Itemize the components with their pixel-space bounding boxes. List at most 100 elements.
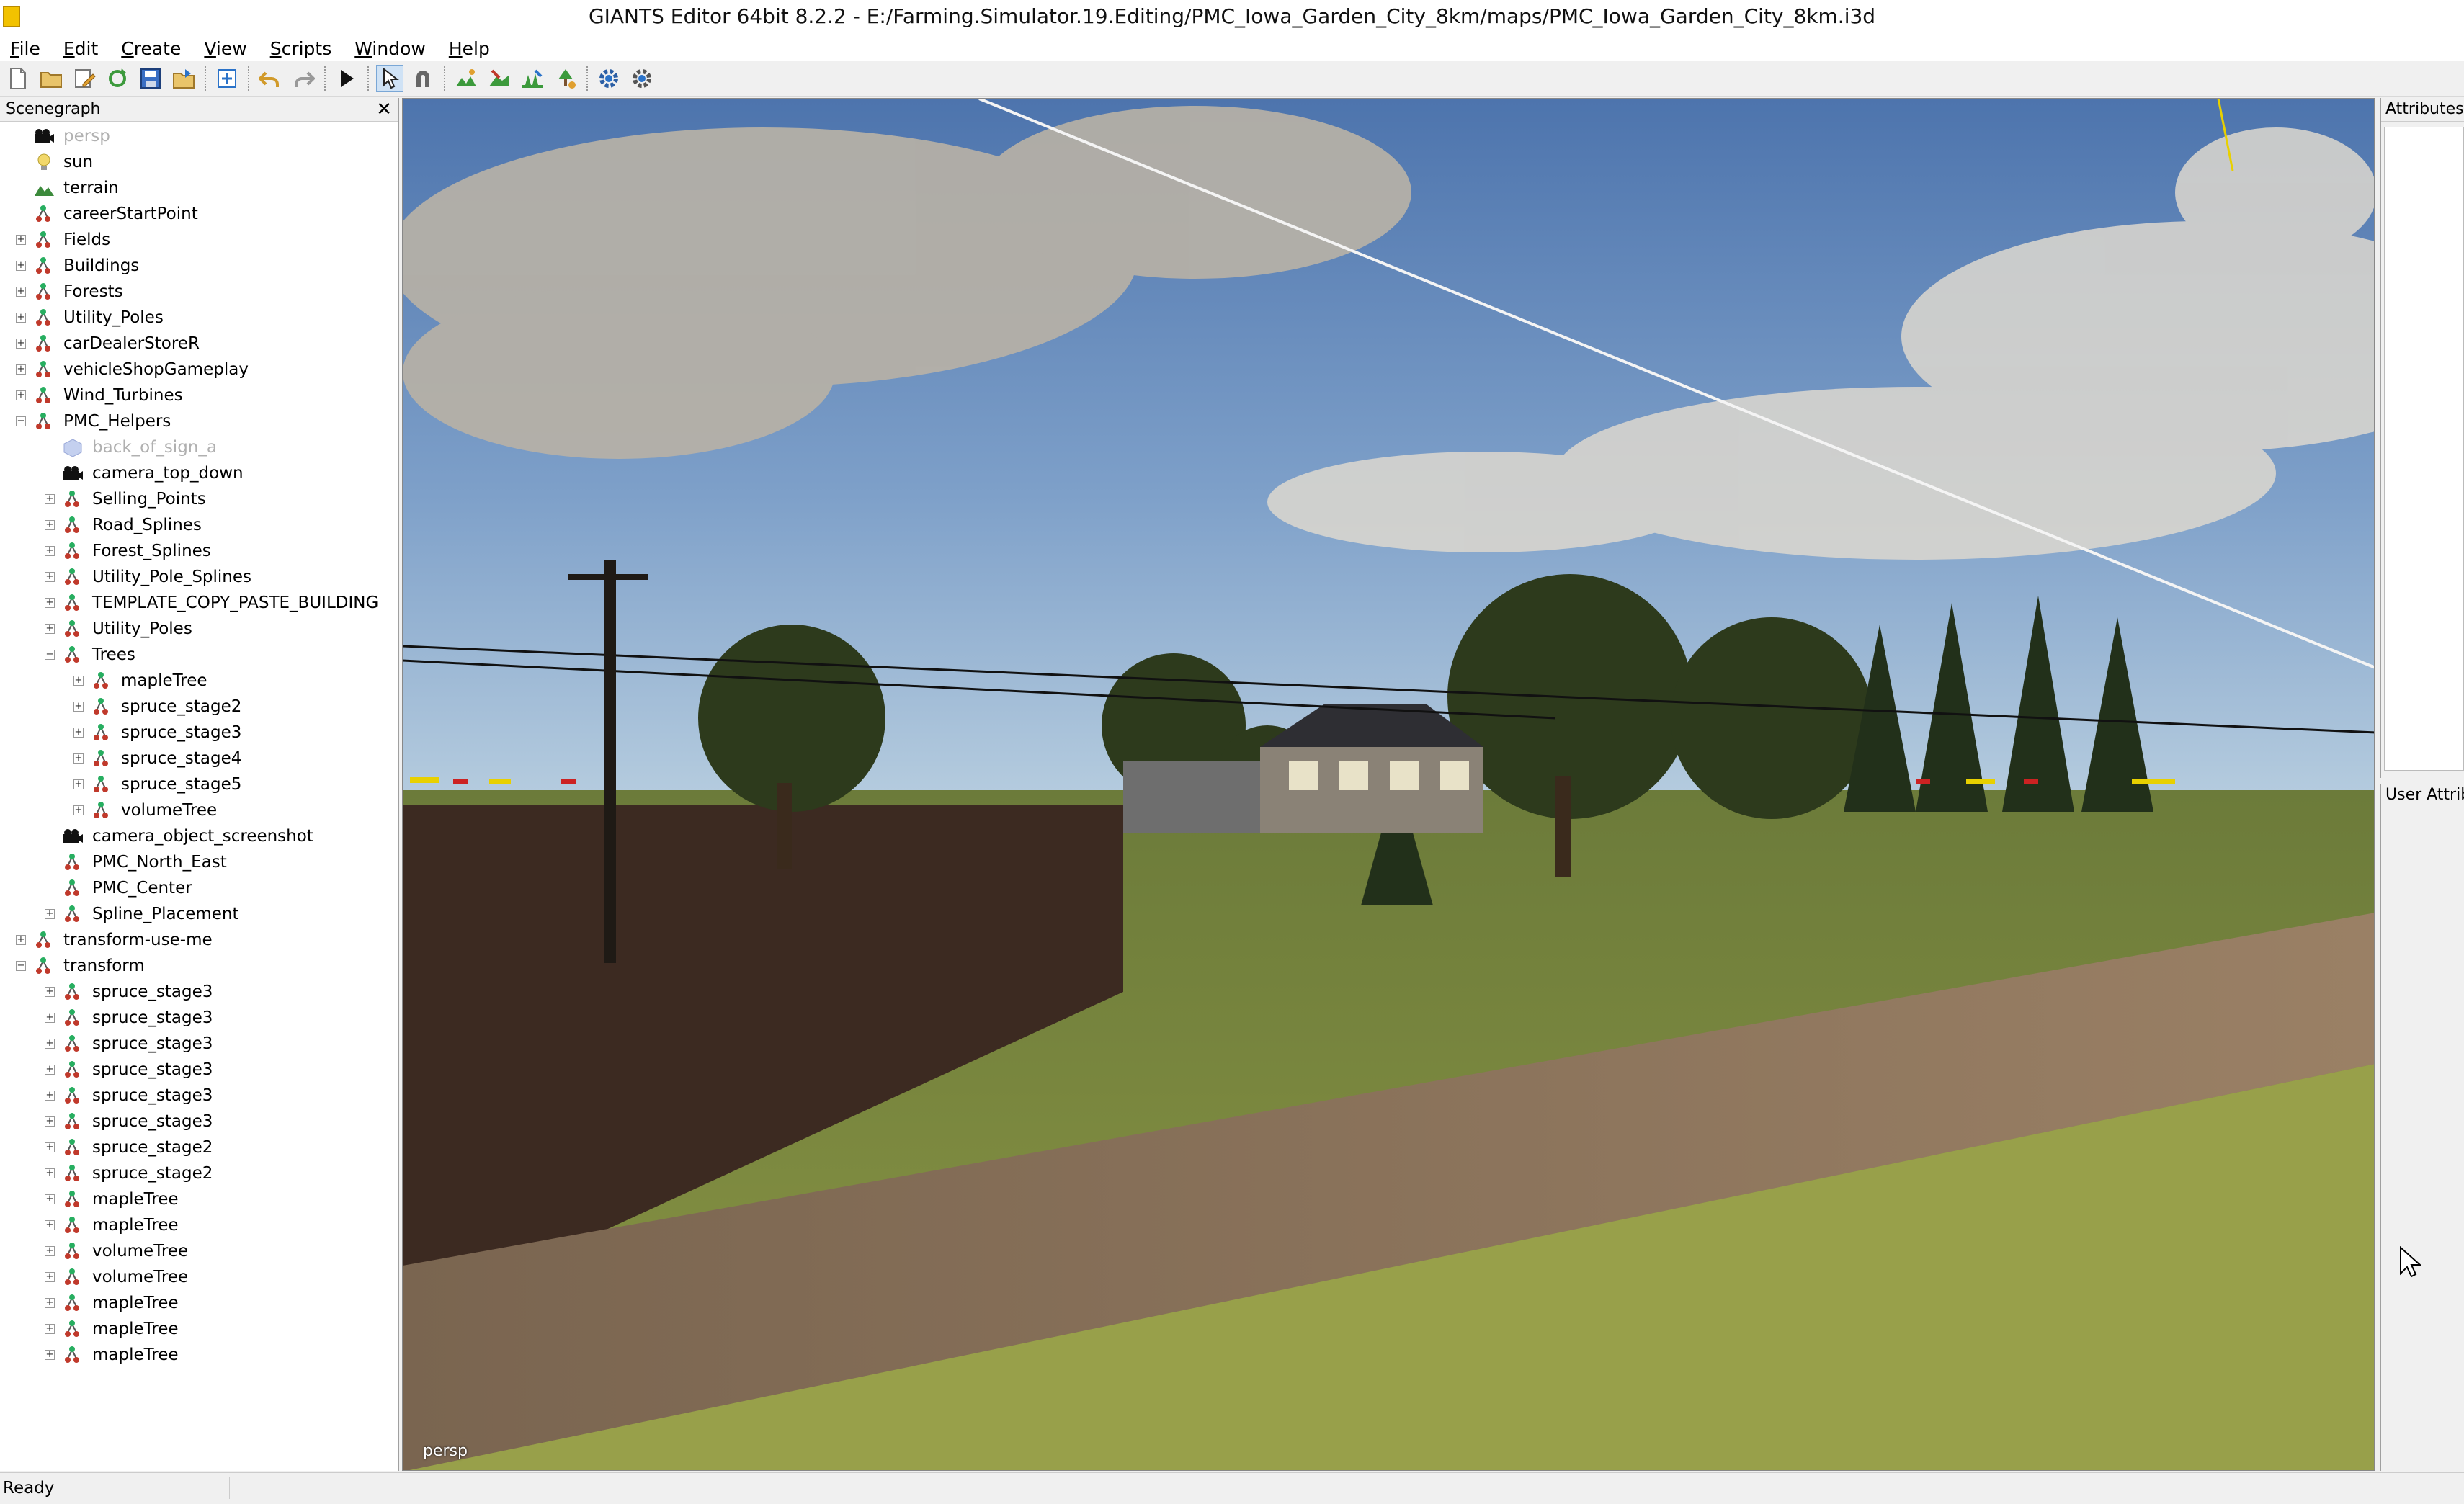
tree-item-spruce-stage3[interactable]: + spruce_stage3 <box>73 720 241 746</box>
import-icon[interactable] <box>213 65 241 92</box>
expand-icon[interactable]: + <box>73 702 84 712</box>
tree-item-camera-top-down[interactable]: camera_top_down <box>45 460 244 486</box>
tree-item-spruce-stage5[interactable]: + spruce_stage5 <box>73 771 241 797</box>
menu-file[interactable]: File <box>9 38 42 59</box>
menu-window[interactable]: Window <box>353 38 427 59</box>
expand-icon[interactable]: + <box>45 572 55 582</box>
tree-item-mapletree[interactable]: + mapleTree <box>73 668 207 694</box>
play-icon[interactable] <box>333 65 360 92</box>
expand-icon[interactable]: + <box>16 339 26 349</box>
tree-item-utility-pole-splines[interactable]: + Utility_Pole_Splines <box>45 564 251 590</box>
expand-icon[interactable]: + <box>45 598 55 608</box>
tree-item-transform-use-me[interactable]: + transform-use-me <box>16 927 213 953</box>
tree-item-spruce-stage4[interactable]: + spruce_stage4 <box>73 746 241 771</box>
menu-create[interactable]: Create <box>120 38 182 59</box>
select-tool-icon[interactable] <box>376 64 403 92</box>
tree-item-camera-object-screenshot[interactable]: camera_object_screenshot <box>45 823 313 849</box>
expand-icon[interactable]: + <box>45 1194 55 1204</box>
expand-icon[interactable]: + <box>45 909 55 919</box>
tree-item-selling-points[interactable]: + Selling_Points <box>45 486 206 512</box>
tree-item-spruce-stage3[interactable]: + spruce_stage3 <box>45 1109 213 1134</box>
terrain-sculpt-icon[interactable] <box>486 65 513 92</box>
tree-item-sun[interactable]: sun <box>16 149 93 175</box>
expand-icon[interactable]: + <box>16 390 26 400</box>
collapse-icon[interactable]: − <box>16 961 26 971</box>
reload-icon[interactable] <box>104 65 131 92</box>
tree-item-buildings[interactable]: + Buildings <box>16 253 139 279</box>
tree-item-mapletree[interactable]: + mapleTree <box>45 1290 179 1316</box>
tree-item-mapletree[interactable]: + mapleTree <box>45 1212 179 1238</box>
terrain-paint-icon[interactable] <box>452 65 480 92</box>
tree-item-transform[interactable]: − transform <box>16 953 145 979</box>
menu-edit[interactable]: Edit <box>62 38 99 59</box>
expand-icon[interactable]: + <box>45 1039 55 1049</box>
tree-item-spruce-stage3[interactable]: + spruce_stage3 <box>45 979 213 1005</box>
tree-item-persp[interactable]: persp <box>16 123 110 149</box>
expand-icon[interactable]: + <box>16 313 26 323</box>
expand-icon[interactable]: + <box>45 1298 55 1308</box>
expand-icon[interactable]: + <box>45 546 55 556</box>
3d-viewport[interactable]: persp <box>402 98 2375 1471</box>
expand-icon[interactable]: + <box>73 753 84 764</box>
tree-item-terrain[interactable]: terrain <box>16 175 119 201</box>
open-folder-icon[interactable] <box>37 65 65 92</box>
foliage-paint-icon[interactable] <box>519 65 546 92</box>
expand-icon[interactable]: + <box>45 1350 55 1360</box>
menu-view[interactable]: View <box>202 38 248 59</box>
expand-icon[interactable]: + <box>45 1065 55 1075</box>
expand-icon[interactable]: + <box>45 624 55 634</box>
expand-icon[interactable]: + <box>45 1324 55 1334</box>
expand-icon[interactable]: + <box>45 1246 55 1256</box>
expand-icon[interactable]: + <box>73 676 84 686</box>
collapse-icon[interactable]: − <box>45 650 55 660</box>
expand-icon[interactable]: + <box>73 779 84 789</box>
tree-item-spruce-stage3[interactable]: + spruce_stage3 <box>45 1057 213 1083</box>
tree-item-road-splines[interactable]: + Road_Splines <box>45 512 202 538</box>
tree-item-spruce-stage2[interactable]: + spruce_stage2 <box>45 1134 213 1160</box>
expand-icon[interactable]: + <box>45 1168 55 1178</box>
tree-item-fields[interactable]: + Fields <box>16 227 110 253</box>
expand-icon[interactable]: + <box>45 494 55 504</box>
tree-item-pmc-center[interactable]: PMC_Center <box>45 875 192 901</box>
tree-item-spruce-stage3[interactable]: + spruce_stage3 <box>45 1031 213 1057</box>
tree-item-utility-poles[interactable]: + Utility_Poles <box>45 616 192 642</box>
tree-item-cardealerstorer[interactable]: + carDealerStoreR <box>16 331 200 357</box>
tree-item-volumetree[interactable]: + volumeTree <box>45 1264 188 1290</box>
expand-icon[interactable]: + <box>16 364 26 375</box>
tree-item-spruce-stage3[interactable]: + spruce_stage3 <box>45 1005 213 1031</box>
snap-magnet-icon[interactable] <box>409 65 437 92</box>
tree-item-trees[interactable]: − Trees <box>45 642 135 668</box>
expand-icon[interactable]: + <box>16 235 26 245</box>
expand-icon[interactable]: + <box>16 261 26 271</box>
collapse-icon[interactable]: − <box>16 416 26 426</box>
expand-icon[interactable]: + <box>45 1116 55 1127</box>
tree-item-spruce-stage3[interactable]: + spruce_stage3 <box>45 1083 213 1109</box>
tree-item-forest-splines[interactable]: + Forest_Splines <box>45 538 211 564</box>
menu-help[interactable]: Help <box>447 38 491 59</box>
tree-item-wind-turbines[interactable]: + Wind_Turbines <box>16 382 183 408</box>
tree-item-mapletree[interactable]: + mapleTree <box>45 1316 179 1342</box>
undo-icon[interactable] <box>256 65 284 92</box>
expand-icon[interactable]: + <box>16 935 26 945</box>
plugins-gear-icon[interactable] <box>628 65 656 92</box>
tree-item-utility-poles[interactable]: + Utility_Poles <box>16 305 164 331</box>
tree-item-pmc-helpers[interactable]: − PMC_Helpers <box>16 408 171 434</box>
tree-item-mapletree[interactable]: + mapleTree <box>45 1342 179 1368</box>
edit-document-icon[interactable] <box>71 65 98 92</box>
tree-item-spline-placement[interactable]: + Spline_Placement <box>45 901 239 927</box>
tree-item-forests[interactable]: + Forests <box>16 279 123 305</box>
tree-item-pmc-north-east[interactable]: PMC_North_East <box>45 849 227 875</box>
expand-icon[interactable]: + <box>45 987 55 997</box>
expand-icon[interactable]: + <box>45 1220 55 1230</box>
export-icon[interactable] <box>170 65 197 92</box>
expand-icon[interactable]: + <box>45 1272 55 1282</box>
settings-gear-icon[interactable] <box>595 65 622 92</box>
save-icon[interactable] <box>137 65 164 92</box>
expand-icon[interactable]: + <box>73 728 84 738</box>
tree-paint-icon[interactable] <box>552 65 579 92</box>
tree-item-careerstartpoint[interactable]: careerStartPoint <box>16 201 198 227</box>
scenegraph-tree[interactable]: persp sun terrain careerStartPoint + Fields + B… <box>0 122 398 1374</box>
tree-item-back-of-sign-a[interactable]: back_of_sign_a <box>45 434 217 460</box>
expand-icon[interactable]: + <box>73 805 84 815</box>
attributes-content[interactable] <box>2384 127 2464 771</box>
